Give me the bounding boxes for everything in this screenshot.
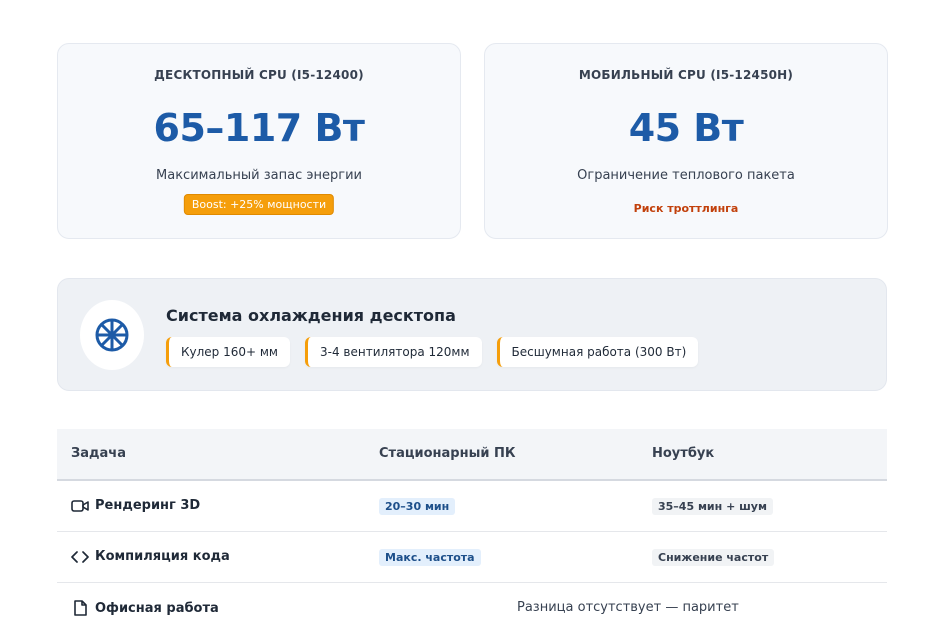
mobile-cpu-card: МОБИЛЬНЫЙ CPU (I5-12450H) 45 Вт Ограниче… — [484, 43, 888, 239]
code-icon — [71, 550, 89, 563]
header-pc: Стационарный ПК — [379, 446, 516, 461]
table-header: Задача Стационарный ПК Ноутбук — [57, 429, 887, 481]
desktop-cpu-subtitle: Максимальный запас энергии — [156, 168, 362, 183]
mobile-cpu-title: МОБИЛЬНЫЙ CPU (I5-12450H) — [578, 68, 794, 82]
header-laptop: Ноутбук — [652, 446, 715, 461]
cooling-tag: Кулер 160+ мм — [166, 337, 290, 367]
cooling-tag: 3-4 вентилятора 120мм — [304, 337, 482, 367]
cooling-title: Система охлаждения десктопа — [166, 306, 456, 325]
video-camera-icon — [71, 499, 89, 512]
boost-badge: Boost: +25% мощности — [183, 194, 335, 215]
cooling-tags: Кулер 160+ мм 3-4 вентилятора 120мм Бесш… — [166, 337, 699, 367]
task-label: Офисная работа — [95, 600, 219, 616]
task-cell: Офисная работа — [71, 600, 219, 616]
laptop-perf-badge: Снижение частот — [652, 549, 775, 566]
header-task: Задача — [71, 446, 126, 461]
task-cell: Компиляция кода — [71, 549, 230, 564]
table-row: Офисная работа Разница отсутствует — пар… — [57, 583, 887, 633]
desktop-cpu-power: 65–117 Вт — [153, 106, 365, 150]
cooling-tag: Бесшумная работа (300 Вт) — [496, 337, 699, 367]
table-row: Компиляция кода Макс. частота Снижение ч… — [57, 532, 887, 583]
mobile-cpu-subtitle: Ограничение теплового пакета — [577, 168, 795, 183]
document-icon — [74, 600, 87, 616]
desktop-cpu-title: ДЕСКТОПНЫЙ CPU (I5-12400) — [154, 68, 364, 82]
laptop-time-badge: 35–45 мин + шум — [652, 498, 773, 515]
table-row: Рендеринг 3D 20–30 мин 35–45 мин + шум — [57, 481, 887, 532]
task-label: Рендеринг 3D — [95, 498, 201, 513]
throttling-risk-note: Риск троттлинга — [633, 202, 739, 215]
desktop-cpu-card: ДЕСКТОПНЫЙ CPU (I5-12400) 65–117 Вт Макс… — [57, 43, 461, 239]
task-cell: Рендеринг 3D — [71, 498, 200, 513]
mobile-cpu-power: 45 Вт — [628, 106, 744, 150]
comparison-table: Задача Стационарный ПК Ноутбук Рендеринг… — [57, 429, 887, 633]
parity-note: Разница отсутствует — паритет — [517, 600, 739, 615]
cooling-panel: Система охлаждения десктопа Кулер 160+ м… — [57, 278, 887, 391]
pc-perf-badge: Макс. частота — [379, 549, 481, 566]
pc-time-badge: 20–30 мин — [379, 498, 456, 515]
fan-icon — [95, 318, 129, 352]
task-label: Компиляция кода — [95, 549, 230, 564]
fan-icon-container — [80, 300, 144, 370]
